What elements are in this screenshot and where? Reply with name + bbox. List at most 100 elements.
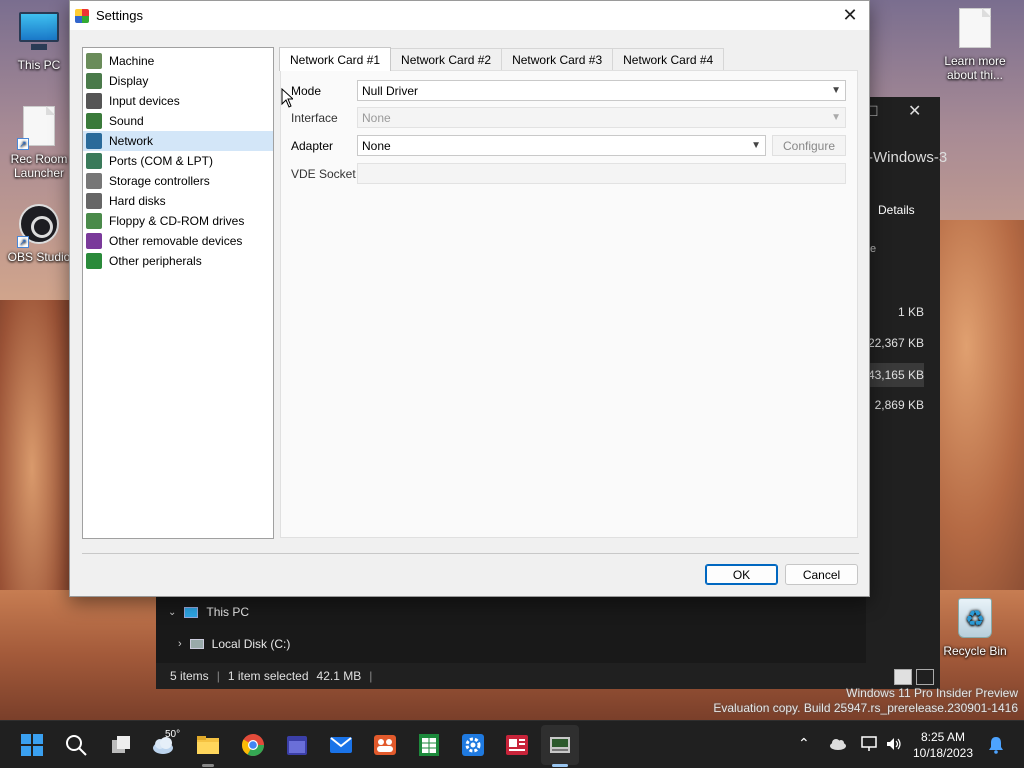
category-label: Input devices: [109, 94, 180, 108]
spreadsheet-icon[interactable]: [417, 733, 441, 757]
details-view-icon[interactable]: [894, 669, 912, 685]
column-header-fragment[interactable]: e: [870, 243, 876, 255]
file-explorer-icon[interactable]: [196, 733, 220, 757]
network-status-icon[interactable]: [860, 736, 878, 752]
task-view-icon[interactable]: [109, 733, 133, 757]
tab-network-card-3[interactable]: Network Card #3: [501, 48, 614, 70]
search-icon[interactable]: [64, 733, 88, 757]
mode-select[interactable]: Null Driver ▼: [357, 80, 846, 101]
cancel-button[interactable]: Cancel: [785, 564, 858, 585]
display-icon: [86, 73, 102, 89]
interface-select[interactable]: None ▼: [357, 107, 846, 128]
obs-icon: ↗: [17, 204, 59, 248]
explorer-tab-title[interactable]: -Windows-3: [868, 149, 947, 166]
watermark-line: Evaluation copy. Build 25947.rs_prerelea…: [713, 701, 1018, 715]
category-label: Display: [109, 74, 149, 88]
category-machine[interactable]: Machine: [83, 51, 273, 71]
document-icon: [955, 8, 995, 50]
build-watermark: Windows 11 Pro Insider Preview Evaluatio…: [713, 686, 1018, 716]
mail-icon[interactable]: [329, 733, 353, 757]
desktop-icon-label: Rec Room Launcher: [10, 152, 68, 180]
category-label: Ports (COM & LPT): [109, 154, 214, 168]
recycle-bin-icon: ♻: [955, 598, 995, 640]
chevron-down-icon: ▼: [751, 140, 761, 151]
port-icon: [86, 153, 102, 169]
nav-label: This PC: [206, 605, 250, 619]
category-label: Sound: [109, 114, 144, 128]
86box-icon: [75, 8, 89, 23]
desktop-icon-learn-more[interactable]: Learn more about thi...: [940, 8, 1010, 82]
nav-label: Local Disk (C:): [211, 637, 291, 651]
removable-device-icon: [86, 233, 102, 249]
clock-time: 8:25 AM: [920, 730, 966, 744]
running-indicator: [202, 764, 214, 767]
desktop-icon-label: Learn more about thi...: [944, 54, 1006, 82]
ok-button[interactable]: OK: [705, 564, 778, 585]
chevron-down-icon: ▼: [831, 85, 841, 96]
mouse-cursor-icon: [281, 88, 293, 108]
category-sound[interactable]: Sound: [83, 111, 273, 131]
network-icon: [86, 133, 102, 149]
vde-socket-input[interactable]: [357, 163, 846, 184]
tab-network-card-2[interactable]: Network Card #2: [390, 48, 503, 70]
taskbar: 50° ⌃ 8:25 AM 10/18/2023: [0, 720, 1024, 768]
hard-disk-icon: [86, 193, 102, 209]
dialog-title: Settings: [96, 8, 143, 23]
onedrive-cloud-icon[interactable]: [829, 738, 847, 750]
clock-date: 10/18/2023: [912, 746, 974, 760]
category-hard-disks[interactable]: Hard disks: [83, 191, 273, 211]
interface-value: None: [362, 110, 391, 125]
category-label: Floppy & CD-ROM drives: [109, 214, 245, 228]
category-input-devices[interactable]: Input devices: [83, 91, 273, 111]
category-ports[interactable]: Ports (COM & LPT): [83, 151, 273, 171]
desktop-icon-label: OBS Studio: [7, 250, 71, 264]
active-indicator: [552, 764, 568, 767]
selection-count: 1 item selected: [227, 669, 309, 683]
category-floppy-cdrom[interactable]: Floppy & CD-ROM drives: [83, 211, 273, 231]
chevron-down-icon: ▼: [831, 112, 841, 123]
tab-network-card-1[interactable]: Network Card #1: [279, 47, 392, 71]
news-icon[interactable]: [505, 733, 529, 757]
teams-icon[interactable]: [373, 733, 397, 757]
category-display[interactable]: Display: [83, 71, 273, 91]
calendar-icon[interactable]: [285, 733, 309, 757]
category-other-peripherals[interactable]: Other peripherals: [83, 251, 273, 271]
desktop-icon-label: This PC: [17, 58, 61, 72]
interface-label: Interface: [291, 111, 338, 125]
nav-item-local-disk[interactable]: › Local Disk (C:): [178, 637, 290, 651]
network-card-tabs: Network Card #1 Network Card #2 Network …: [279, 47, 725, 71]
floppy-icon: [86, 213, 102, 229]
category-label: Network: [109, 134, 154, 148]
86box-icon[interactable]: [548, 733, 572, 757]
category-network[interactable]: Network: [83, 131, 273, 151]
tiles-view-icon[interactable]: [916, 669, 934, 685]
document-shortcut-icon: ↗: [17, 106, 59, 150]
title-bar[interactable]: Settings ✕: [70, 1, 869, 30]
watermark-line: Windows 11 Pro Insider Preview: [846, 686, 1018, 700]
tab-network-card-4[interactable]: Network Card #4: [612, 48, 725, 70]
settings-gear-icon[interactable]: [461, 733, 485, 757]
desktop-icon-label: Recycle Bin: [943, 644, 1007, 658]
chevron-up-icon[interactable]: ⌃: [798, 735, 810, 752]
chevron-right-icon: ›: [178, 638, 182, 650]
volume-icon[interactable]: [885, 736, 903, 752]
start-icon[interactable]: [20, 733, 44, 757]
close-button[interactable]: ✕: [837, 4, 863, 26]
storage-icon: [86, 173, 102, 189]
chrome-icon[interactable]: [241, 733, 265, 757]
peripheral-icon: [86, 253, 102, 269]
notification-bell-icon[interactable]: [988, 736, 1004, 754]
close-icon[interactable]: ✕: [908, 101, 921, 121]
category-removable-devices[interactable]: Other removable devices: [83, 231, 273, 251]
desktop-icon-recycle-bin[interactable]: ♻ Recycle Bin: [940, 598, 1010, 658]
clock[interactable]: 8:25 AM 10/18/2023: [909, 729, 977, 761]
desktop-icon-rec-room[interactable]: ↗ Rec Room Launcher: [4, 106, 74, 180]
details-button[interactable]: Details: [878, 203, 915, 217]
adapter-select[interactable]: None ▼: [357, 135, 766, 156]
nav-item-this-pc[interactable]: ⌄ This PC: [168, 605, 249, 619]
desktop-icon-this-pc[interactable]: This PC: [4, 12, 74, 72]
desktop-icon-obs[interactable]: ↗ OBS Studio: [4, 204, 74, 264]
adapter-value: None: [362, 138, 391, 153]
configure-button[interactable]: Configure: [772, 135, 846, 156]
category-storage-controllers[interactable]: Storage controllers: [83, 171, 273, 191]
